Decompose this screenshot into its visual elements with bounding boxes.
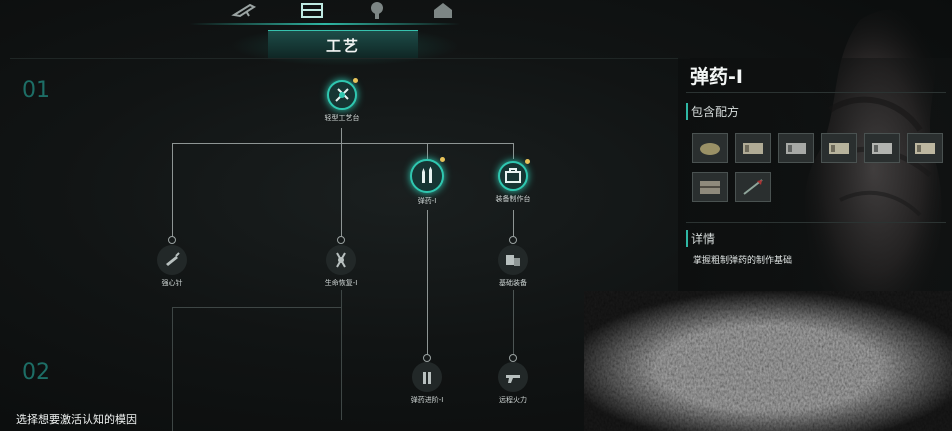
bullets-icon bbox=[423, 372, 431, 384]
node-equipment-bench[interactable]: 装备制作台 bbox=[463, 161, 563, 204]
selection-hint: 选择想要激活认知的模因 bbox=[16, 413, 137, 426]
connector bbox=[513, 143, 514, 159]
tree-icon bbox=[371, 2, 383, 19]
row-number-01: 01 bbox=[22, 78, 50, 103]
recipe-item[interactable] bbox=[735, 133, 771, 163]
node-ammo-advanced[interactable]: 弹药进阶-I bbox=[377, 362, 477, 405]
recipe-item[interactable] bbox=[692, 172, 728, 202]
node-ammo-1[interactable]: 弹药-I bbox=[377, 159, 477, 206]
ammo-icon bbox=[422, 166, 432, 183]
ammo-box-icon bbox=[872, 143, 892, 154]
connector bbox=[172, 143, 514, 144]
unlock-dot bbox=[353, 78, 358, 83]
row-number-02: 02 bbox=[22, 360, 50, 385]
ammo-box-icon bbox=[829, 143, 849, 154]
node-workbench[interactable]: 轻型工艺台 bbox=[292, 80, 392, 123]
divider bbox=[686, 92, 946, 93]
recipe-item[interactable] bbox=[821, 133, 857, 163]
connector bbox=[172, 143, 173, 237]
gun-icon bbox=[506, 375, 520, 383]
node-label: 轻型工艺台 bbox=[324, 114, 360, 122]
recipe-item[interactable] bbox=[692, 133, 728, 163]
equipment-bench-icon bbox=[505, 168, 521, 183]
recipes-heading: 包含配方 bbox=[686, 103, 739, 120]
node-label: 生命恢复-I bbox=[324, 279, 358, 287]
divider bbox=[686, 222, 946, 223]
connector bbox=[513, 210, 514, 238]
detail-title: 弹药-I bbox=[690, 66, 743, 88]
details-heading: 详情 bbox=[686, 230, 715, 247]
craft-tree-screen: 工艺 01 02 轻型工艺台 弹药-I 装备制作台 强心针 生命恢复-I 基础装… bbox=[0, 0, 952, 431]
medkit-icon bbox=[336, 252, 346, 268]
node-socket bbox=[337, 236, 345, 244]
node-ranged-fire[interactable]: 远程火力 bbox=[463, 362, 563, 405]
node-socket bbox=[168, 236, 176, 244]
ammo-box-icon bbox=[786, 143, 806, 154]
tab-tree[interactable] bbox=[362, 0, 392, 20]
node-socket bbox=[509, 354, 517, 362]
connector bbox=[172, 307, 342, 308]
connector bbox=[172, 308, 173, 431]
section-title: 工艺 bbox=[268, 30, 418, 59]
crafting-icon bbox=[301, 3, 323, 18]
details-description: 掌握粗制弹药的制作基础 bbox=[693, 256, 793, 266]
weapon-icon bbox=[231, 3, 257, 18]
ammo-box-icon bbox=[743, 143, 763, 154]
connector bbox=[427, 210, 428, 356]
gear-kit-icon bbox=[506, 255, 520, 266]
recipe-item[interactable] bbox=[864, 133, 900, 163]
connector bbox=[341, 143, 342, 237]
node-socket bbox=[423, 354, 431, 362]
connector bbox=[341, 128, 342, 144]
node-life-restore[interactable]: 生命恢复-I bbox=[291, 245, 391, 288]
arrow-icon bbox=[743, 179, 763, 195]
node-firm-heart[interactable]: 强心针 bbox=[122, 245, 222, 288]
recipe-item[interactable] bbox=[907, 133, 943, 163]
syringe-icon bbox=[166, 252, 180, 266]
camera-overlay bbox=[584, 291, 952, 431]
camera-noise bbox=[584, 291, 952, 431]
node-label: 强心针 bbox=[161, 279, 183, 287]
node-label: 弹药-I bbox=[417, 197, 437, 205]
node-label: 装备制作台 bbox=[495, 195, 531, 203]
gunpowder-icon bbox=[700, 143, 720, 155]
tab-underline bbox=[190, 23, 460, 25]
connector bbox=[427, 143, 428, 159]
node-label: 基础装备 bbox=[499, 279, 527, 287]
tab-crafting[interactable] bbox=[297, 0, 327, 20]
node-socket bbox=[509, 236, 517, 244]
tab-weapons[interactable] bbox=[230, 0, 260, 20]
workbench-icon bbox=[335, 88, 349, 102]
house-icon bbox=[434, 3, 452, 18]
recipe-item[interactable] bbox=[735, 172, 771, 202]
connector bbox=[513, 290, 514, 356]
ammo-crate-icon bbox=[700, 181, 720, 194]
unlock-dot bbox=[525, 159, 530, 164]
node-label: 弹药进阶-I bbox=[410, 396, 444, 404]
ammo-box-icon bbox=[915, 143, 935, 154]
connector bbox=[341, 290, 342, 420]
tab-house[interactable] bbox=[428, 0, 458, 20]
node-label: 远程火力 bbox=[499, 396, 527, 404]
node-basic-gear[interactable]: 基础装备 bbox=[463, 245, 563, 288]
unlock-dot bbox=[440, 157, 445, 162]
recipe-item[interactable] bbox=[778, 133, 814, 163]
